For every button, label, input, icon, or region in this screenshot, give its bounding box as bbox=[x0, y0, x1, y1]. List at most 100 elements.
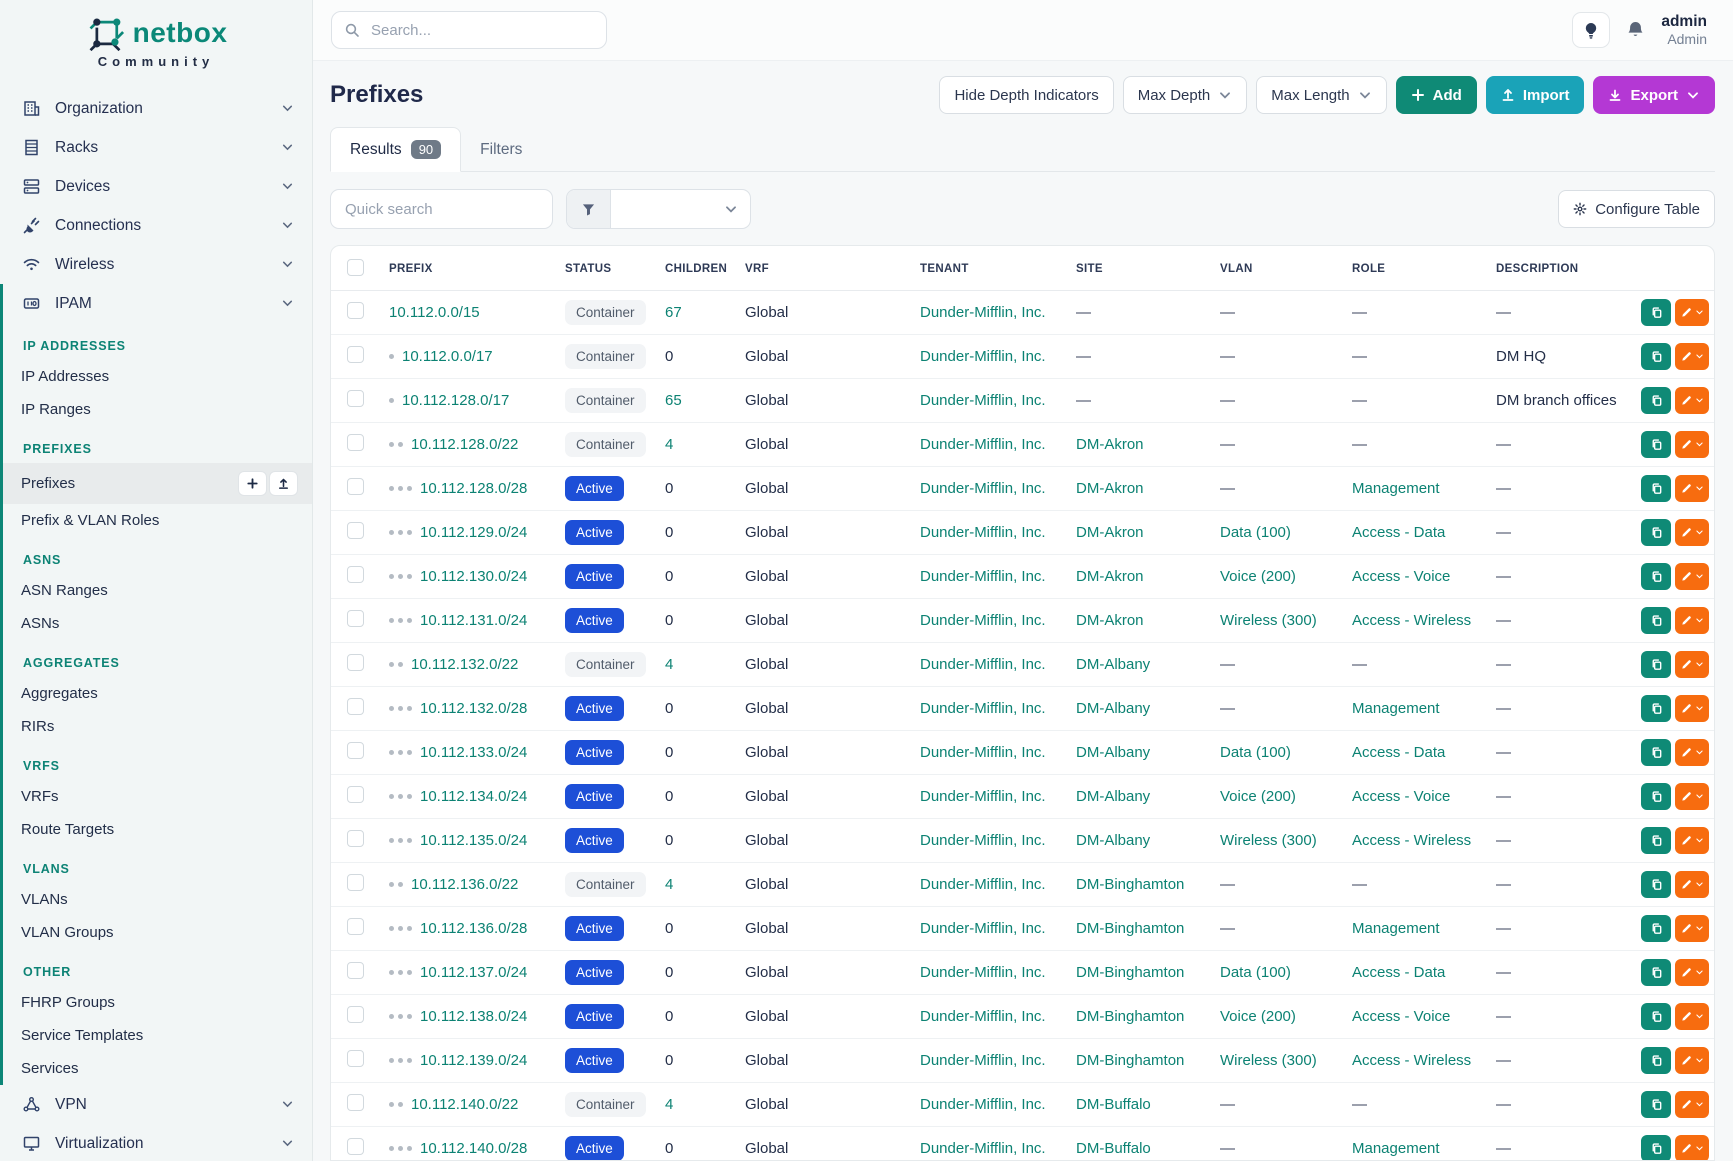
prefix-link[interactable]: 10.112.128.0/17 bbox=[402, 392, 509, 409]
tenant-link[interactable]: Dunder-Mifflin, Inc. bbox=[920, 480, 1046, 497]
edit-button[interactable] bbox=[1675, 1003, 1709, 1030]
quick-add-button[interactable] bbox=[238, 471, 267, 496]
tenant-link[interactable]: Dunder-Mifflin, Inc. bbox=[920, 612, 1046, 629]
edit-button[interactable] bbox=[1675, 563, 1709, 590]
clone-button[interactable] bbox=[1641, 783, 1671, 810]
notifications-bell-icon[interactable] bbox=[1626, 20, 1645, 40]
edit-button[interactable] bbox=[1675, 695, 1709, 722]
tenant-link[interactable]: Dunder-Mifflin, Inc. bbox=[920, 568, 1046, 585]
site-link[interactable]: DM-Albany bbox=[1076, 744, 1150, 761]
tenant-link[interactable]: Dunder-Mifflin, Inc. bbox=[920, 304, 1046, 321]
edit-button[interactable] bbox=[1675, 1135, 1709, 1161]
search-input[interactable] bbox=[369, 21, 594, 40]
role-link[interactable]: Access - Data bbox=[1352, 744, 1445, 761]
column-header-prefix[interactable]: PREFIX bbox=[379, 246, 555, 291]
vlan-link[interactable]: Wireless (300) bbox=[1220, 612, 1317, 629]
column-header-site[interactable]: SITE bbox=[1066, 246, 1210, 291]
clone-button[interactable] bbox=[1641, 827, 1671, 854]
role-link[interactable]: Access - Data bbox=[1352, 964, 1445, 981]
sidebar-item-ip-ranges[interactable]: IP Ranges bbox=[3, 393, 312, 426]
tab-results[interactable]: Results 90 bbox=[330, 127, 461, 172]
row-checkbox[interactable] bbox=[347, 698, 364, 715]
prefix-link[interactable]: 10.112.0.0/15 bbox=[389, 304, 480, 321]
tenant-link[interactable]: Dunder-Mifflin, Inc. bbox=[920, 876, 1046, 893]
row-checkbox[interactable] bbox=[347, 302, 364, 319]
row-checkbox[interactable] bbox=[347, 346, 364, 363]
site-link[interactable]: DM-Albany bbox=[1076, 656, 1150, 673]
edit-button[interactable] bbox=[1675, 783, 1709, 810]
clone-button[interactable] bbox=[1641, 475, 1671, 502]
vlan-link[interactable]: Voice (200) bbox=[1220, 1008, 1296, 1025]
select-all-checkbox[interactable] bbox=[347, 259, 364, 276]
prefix-link[interactable]: 10.112.133.0/24 bbox=[420, 744, 527, 761]
site-link[interactable]: DM-Akron bbox=[1076, 568, 1144, 585]
clone-button[interactable] bbox=[1641, 915, 1671, 942]
tenant-link[interactable]: Dunder-Mifflin, Inc. bbox=[920, 1052, 1046, 1069]
role-link[interactable]: Access - Wireless bbox=[1352, 612, 1471, 629]
quick-search-input[interactable] bbox=[330, 189, 553, 229]
edit-button[interactable] bbox=[1675, 651, 1709, 678]
row-checkbox[interactable] bbox=[347, 654, 364, 671]
children-count-link[interactable]: 4 bbox=[665, 436, 673, 453]
site-link[interactable]: DM-Binghamton bbox=[1076, 876, 1184, 893]
tenant-link[interactable]: Dunder-Mifflin, Inc. bbox=[920, 964, 1046, 981]
role-link[interactable]: Access - Voice bbox=[1352, 568, 1450, 585]
edit-button[interactable] bbox=[1675, 387, 1709, 414]
site-link[interactable]: DM-Binghamton bbox=[1076, 964, 1184, 981]
sidebar-item-services[interactable]: Services bbox=[3, 1052, 312, 1085]
tenant-link[interactable]: Dunder-Mifflin, Inc. bbox=[920, 436, 1046, 453]
site-link[interactable]: DM-Binghamton bbox=[1076, 920, 1184, 937]
prefix-link[interactable]: 10.112.135.0/24 bbox=[420, 832, 527, 849]
prefix-link[interactable]: 10.112.132.0/28 bbox=[420, 700, 527, 717]
site-link[interactable]: DM-Akron bbox=[1076, 480, 1144, 497]
clone-button[interactable] bbox=[1641, 871, 1671, 898]
brand[interactable]: netbox Community bbox=[0, 0, 312, 75]
tenant-link[interactable]: Dunder-Mifflin, Inc. bbox=[920, 348, 1046, 365]
prefix-link[interactable]: 10.112.0.0/17 bbox=[402, 348, 493, 365]
site-link[interactable]: DM-Albany bbox=[1076, 832, 1150, 849]
role-link[interactable]: Access - Voice bbox=[1352, 788, 1450, 805]
clone-button[interactable] bbox=[1641, 959, 1671, 986]
configure-table-button[interactable]: Configure Table bbox=[1558, 190, 1715, 228]
sidebar-item-route-targets[interactable]: Route Targets bbox=[3, 813, 312, 846]
sidebar-item-asns[interactable]: ASNs bbox=[3, 607, 312, 640]
prefix-link[interactable]: 10.112.128.0/28 bbox=[420, 480, 527, 497]
prefix-link[interactable]: 10.112.139.0/24 bbox=[420, 1052, 527, 1069]
clone-button[interactable] bbox=[1641, 651, 1671, 678]
row-checkbox[interactable] bbox=[347, 1138, 364, 1155]
sidebar-item-prefix-vlan-roles[interactable]: Prefix & VLAN Roles bbox=[3, 504, 312, 537]
edit-button[interactable] bbox=[1675, 519, 1709, 546]
row-checkbox[interactable] bbox=[347, 962, 364, 979]
sidebar-item-aggregates[interactable]: Aggregates bbox=[3, 677, 312, 710]
sidebar-item-vpn[interactable]: VPN bbox=[0, 1085, 312, 1124]
role-link[interactable]: Access - Data bbox=[1352, 524, 1445, 541]
saved-filter-select[interactable] bbox=[611, 190, 750, 228]
children-count-link[interactable]: 67 bbox=[665, 304, 682, 321]
sidebar-item-vlan-groups[interactable]: VLAN Groups bbox=[3, 916, 312, 949]
column-header-status[interactable]: STATUS bbox=[555, 246, 655, 291]
role-link[interactable]: Management bbox=[1352, 920, 1440, 937]
edit-button[interactable] bbox=[1675, 475, 1709, 502]
row-checkbox[interactable] bbox=[347, 478, 364, 495]
sidebar-item-virtualization[interactable]: Virtualization bbox=[0, 1124, 312, 1161]
role-link[interactable]: Management bbox=[1352, 700, 1440, 717]
sidebar-item-devices[interactable]: Devices bbox=[0, 167, 312, 206]
prefix-link[interactable]: 10.112.128.0/22 bbox=[411, 436, 518, 453]
tenant-link[interactable]: Dunder-Mifflin, Inc. bbox=[920, 920, 1046, 937]
clone-button[interactable] bbox=[1641, 695, 1671, 722]
vlan-link[interactable]: Voice (200) bbox=[1220, 568, 1296, 585]
edit-button[interactable] bbox=[1675, 959, 1709, 986]
clone-button[interactable] bbox=[1641, 739, 1671, 766]
site-link[interactable]: DM-Akron bbox=[1076, 524, 1144, 541]
tenant-link[interactable]: Dunder-Mifflin, Inc. bbox=[920, 700, 1046, 717]
tenant-link[interactable]: Dunder-Mifflin, Inc. bbox=[920, 1140, 1046, 1157]
row-checkbox[interactable] bbox=[347, 1050, 364, 1067]
column-header-vlan[interactable]: VLAN bbox=[1210, 246, 1342, 291]
row-checkbox[interactable] bbox=[347, 1006, 364, 1023]
row-checkbox[interactable] bbox=[347, 830, 364, 847]
tenant-link[interactable]: Dunder-Mifflin, Inc. bbox=[920, 1096, 1046, 1113]
site-link[interactable]: DM-Binghamton bbox=[1076, 1008, 1184, 1025]
tab-filters[interactable]: Filters bbox=[461, 129, 541, 171]
tenant-link[interactable]: Dunder-Mifflin, Inc. bbox=[920, 392, 1046, 409]
site-link[interactable]: DM-Albany bbox=[1076, 700, 1150, 717]
